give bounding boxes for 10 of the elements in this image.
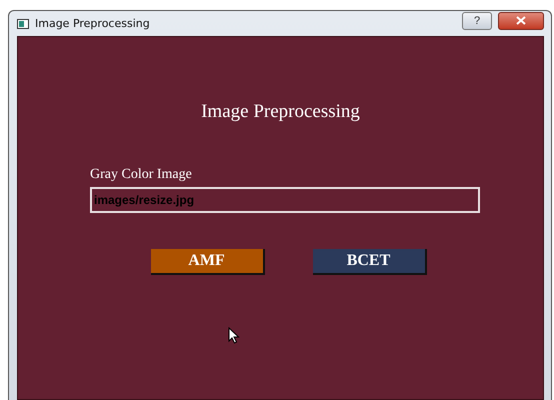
help-button[interactable]: ? [462,12,492,30]
field-label: Gray Color Image [90,167,193,183]
window-icon [17,18,29,28]
page-heading: Image Preprocessing [201,101,360,123]
action-button[interactable]: BCET [312,249,426,275]
close-icon [516,16,526,25]
close-button[interactable] [498,12,544,30]
action-button[interactable]: AMF [150,249,264,275]
cursor-icon [228,327,240,344]
window-title: Image Preprocessing [35,17,151,30]
